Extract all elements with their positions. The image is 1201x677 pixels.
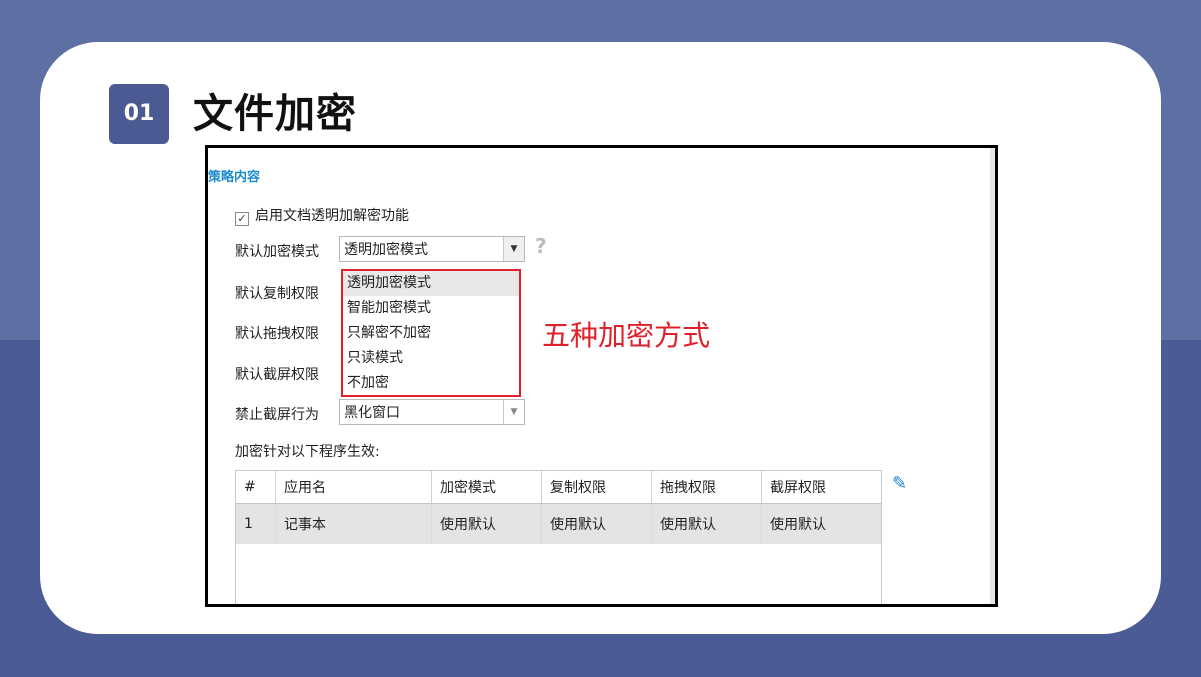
screenshot-frame: 策略内容 ✓ 启用文档透明加解密功能 默认加密模式 透明加密模式 ▼ ? 默认复制… xyxy=(205,145,998,607)
table-cell: 使用默认 xyxy=(761,503,881,544)
dropdown-option[interactable]: 只读模式 xyxy=(343,346,519,371)
default-mode-label: 默认加密模式 xyxy=(235,244,319,260)
table-header-row: # 应用名 加密模式 复制权限 拖拽权限 截屏权限 xyxy=(236,471,881,504)
section-title: 策略内容 xyxy=(208,170,261,185)
table-cell: 使用默认 xyxy=(431,503,542,544)
table-cell: 记事本 xyxy=(275,503,432,544)
help-icon[interactable]: ? xyxy=(535,234,547,258)
annotation-text: 五种加密方式 xyxy=(542,319,711,352)
column-header[interactable]: # xyxy=(236,471,276,504)
drag-permission-label: 默认拖拽权限 xyxy=(235,326,319,342)
dropdown-option[interactable]: 透明加密模式 xyxy=(343,271,519,296)
column-header[interactable]: 复制权限 xyxy=(541,471,652,504)
forbid-screenshot-value: 黑化窗口 xyxy=(344,405,400,421)
forbid-screenshot-select[interactable]: 黑化窗口 ▼ xyxy=(339,399,525,425)
encryption-mode-select[interactable]: 透明加密模式 ▼ xyxy=(339,236,525,262)
slide-title: 文件加密 xyxy=(193,91,357,137)
enable-encryption-checkbox-row[interactable]: ✓ 启用文档透明加解密功能 xyxy=(235,205,409,226)
checkbox-checked-icon[interactable]: ✓ xyxy=(235,212,249,226)
program-table: # 应用名 加密模式 复制权限 拖拽权限 截屏权限 1 记事本 使用默认 使用默… xyxy=(235,470,882,604)
table-cell: 1 xyxy=(236,503,276,544)
scrollbar[interactable] xyxy=(990,148,995,604)
column-header[interactable]: 拖拽权限 xyxy=(651,471,762,504)
dropdown-arrow-icon[interactable]: ▼ xyxy=(503,400,524,424)
forbid-screenshot-label: 禁止截屏行为 xyxy=(235,407,319,423)
screenshot-permission-label: 默认截屏权限 xyxy=(235,367,319,383)
column-header[interactable]: 加密模式 xyxy=(431,471,542,504)
dropdown-option[interactable]: 智能加密模式 xyxy=(343,296,519,321)
table-cell: 使用默认 xyxy=(651,503,762,544)
copy-permission-label: 默认复制权限 xyxy=(235,286,319,302)
table-row[interactable]: 1 记事本 使用默认 使用默认 使用默认 使用默认 xyxy=(236,503,881,544)
dropdown-option[interactable]: 只解密不加密 xyxy=(343,321,519,346)
enable-encryption-label: 启用文档透明加解密功能 xyxy=(255,208,409,224)
column-header[interactable]: 应用名 xyxy=(275,471,432,504)
column-header[interactable]: 截屏权限 xyxy=(761,471,881,504)
encryption-mode-value: 透明加密模式 xyxy=(344,242,428,258)
table-cell: 使用默认 xyxy=(541,503,652,544)
pencil-icon[interactable]: ✎ xyxy=(892,473,907,494)
encryption-mode-dropdown-list: 透明加密模式 智能加密模式 只解密不加密 只读模式 不加密 xyxy=(341,269,521,397)
dropdown-option[interactable]: 不加密 xyxy=(343,371,519,396)
dropdown-arrow-icon[interactable]: ▼ xyxy=(503,237,524,261)
program-scope-label: 加密针对以下程序生效: xyxy=(235,444,380,460)
section-number-badge: 01 xyxy=(109,84,169,144)
